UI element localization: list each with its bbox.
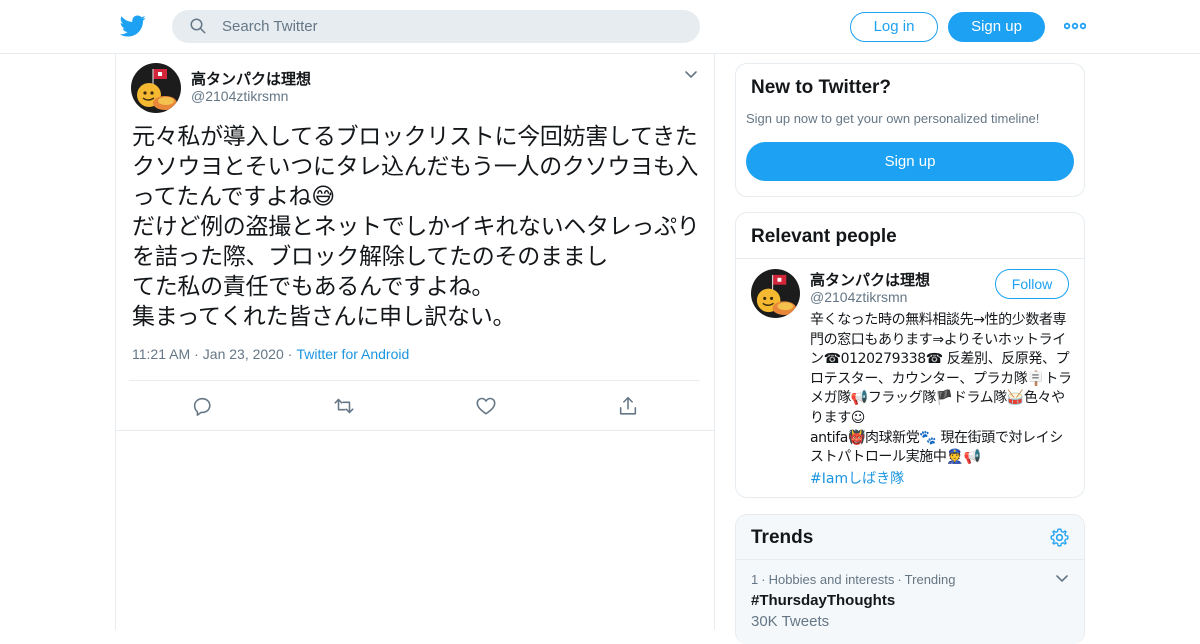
search-icon	[190, 18, 206, 34]
trend-rank: 1	[751, 572, 759, 587]
tweet-time[interactable]: 11:21 AM	[132, 346, 190, 362]
trend-name[interactable]: #ThursdayThoughts	[751, 592, 895, 609]
login-button[interactable]: Log in	[850, 12, 938, 42]
trends-card: Trends 1 · Hobbies and interests · Trending …	[735, 514, 1085, 644]
author-handle[interactable]: @2104ztikrsmn	[191, 88, 288, 104]
like-icon[interactable]	[475, 395, 497, 417]
tweet-meta: 11:21 AM · Jan 23, 2020 · Twitter for Androi…	[132, 346, 410, 362]
avatar[interactable]	[131, 63, 181, 113]
trend-status: Trending	[904, 572, 956, 587]
tweet-date[interactable]: Jan 23, 2020	[203, 346, 284, 362]
follow-button[interactable]: Follow	[995, 269, 1069, 299]
trend-category: Hobbies and interests	[768, 572, 895, 587]
trend-count: 30K Tweets	[751, 613, 830, 630]
divider	[736, 258, 1084, 259]
card-title: Relevant people	[751, 226, 897, 247]
chevron-down-icon[interactable]	[1055, 574, 1069, 584]
tweet-card: 高タンパクは理想 @2104ztikrsmn 元々私が導入してるブロックリストに…	[116, 54, 714, 431]
search-box[interactable]	[172, 10, 700, 43]
person-handle[interactable]: @2104ztikrsmn	[810, 289, 907, 305]
search-input[interactable]	[222, 10, 682, 43]
tweet-column: 高タンパクは理想 @2104ztikrsmn 元々私が導入してるブロックリストに…	[115, 54, 715, 630]
person-name[interactable]: 高タンパクは理想	[810, 269, 930, 290]
relevant-people-card: Relevant people 高タンパクは理想 @2104ztikrsmn F…	[735, 212, 1085, 498]
new-to-twitter-card: New to Twitter? Sign up now to get your …	[735, 63, 1085, 197]
reply-icon[interactable]	[191, 395, 213, 417]
tweet-text: 元々私が導入してるブロックリストに今回妨害してきたクソウヨとそいつにタレ込んだも…	[132, 124, 700, 330]
top-navigation-bar: Log in Sign up	[0, 0, 1200, 54]
retweet-icon[interactable]	[333, 395, 355, 417]
author-name[interactable]: 高タンパクは理想	[191, 68, 311, 89]
person-bio: 辛くなった時の無料相談先→性的少数者専門の窓口もあります⇒よりそいホットライン☎…	[810, 312, 1072, 466]
avatar[interactable]	[751, 269, 800, 318]
divider	[129, 380, 700, 381]
share-icon[interactable]	[617, 395, 639, 417]
chevron-down-icon[interactable]	[684, 70, 698, 80]
trends-header: Trends	[736, 515, 1084, 560]
card-title: Trends	[751, 527, 814, 548]
trend-meta: 1 · Hobbies and interests · Trending	[751, 572, 956, 587]
card-subtitle: Sign up now to get your own personalized…	[746, 111, 1040, 126]
signup-button[interactable]: Sign up	[948, 12, 1045, 42]
card-title: New to Twitter?	[751, 77, 892, 98]
gear-icon[interactable]	[1049, 527, 1070, 548]
twitter-bird-icon[interactable]	[120, 13, 146, 39]
avatar-image	[751, 269, 800, 318]
tweet-source-link[interactable]: Twitter for Android	[296, 346, 409, 362]
avatar-image	[131, 63, 181, 113]
hashtag-link[interactable]: #Iamしばき隊	[810, 468, 904, 488]
more-options-icon[interactable]	[1064, 21, 1086, 31]
sidebar-signup-button[interactable]: Sign up	[746, 142, 1074, 181]
